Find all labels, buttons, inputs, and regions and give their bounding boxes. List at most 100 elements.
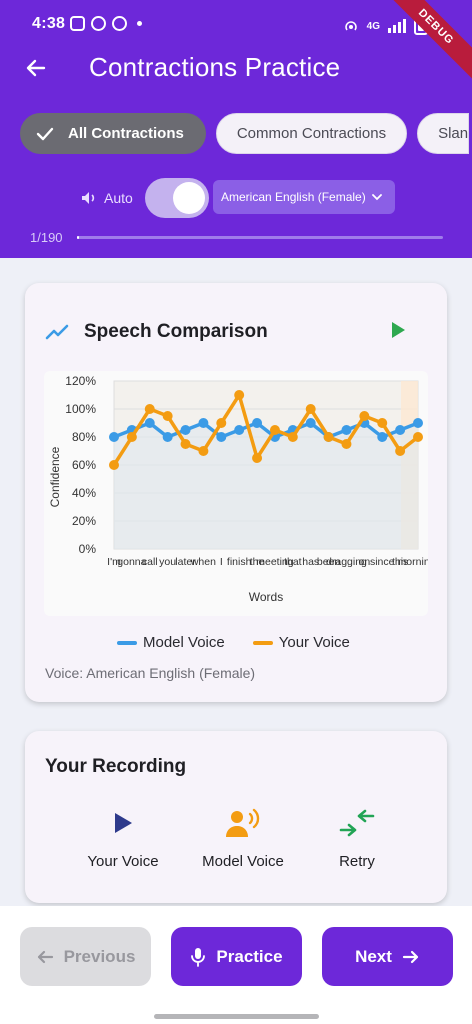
data-point-series-0	[109, 432, 119, 442]
more-notifications-icon	[137, 21, 142, 26]
comparison-chart: 0% 20% 40% 60% 80% 100% 120% I'm gonna call you lat…	[44, 371, 428, 616]
network-type: 4G	[366, 20, 380, 32]
chip-label: All Contractions	[68, 125, 184, 142]
data-point-series-1	[377, 418, 388, 428]
auto-toggle[interactable]	[144, 178, 209, 218]
data-point-series-0	[234, 425, 245, 435]
data-point-series-1	[341, 439, 352, 449]
play-icon[interactable]	[390, 321, 406, 339]
data-point-series-1	[395, 446, 406, 456]
retry-button[interactable]: Retry	[297, 807, 417, 870]
data-point-series-0	[252, 418, 263, 428]
voice-dropdown[interactable]: American English (Female)	[213, 180, 395, 214]
data-point-series-0	[144, 418, 155, 428]
data-point-series-1	[180, 439, 191, 449]
data-point-series-1	[198, 446, 209, 456]
chip-slang[interactable]: Slang	[417, 113, 470, 154]
microphone-icon	[191, 947, 206, 967]
page-title: Contractions Practice	[89, 52, 341, 82]
y-axis-title: Confidence	[48, 446, 62, 507]
bottom-navigation: Previous Practice Next	[0, 906, 472, 1024]
data-point-series-1	[109, 460, 119, 470]
x-tick-label: morning.	[398, 556, 428, 568]
y-tick-label: 60%	[72, 458, 96, 472]
play-your-voice-button[interactable]: Your Voice	[63, 807, 183, 870]
previous-label: Previous	[63, 946, 136, 966]
next-button[interactable]: Next	[322, 927, 453, 986]
x-tick-label: finish	[227, 556, 252, 568]
data-point-series-0	[216, 432, 227, 442]
auto-label: Auto	[104, 190, 133, 206]
home-indicator[interactable]	[154, 1014, 319, 1019]
y-tick-label: 80%	[72, 430, 96, 444]
previous-button[interactable]: Previous	[20, 927, 151, 986]
y-tick-label: 40%	[72, 486, 96, 500]
data-point-series-1	[144, 404, 155, 414]
whatsapp-icon	[112, 16, 127, 31]
legend-model-voice: Model Voice	[117, 634, 225, 651]
recording-card: Your Recording Your Voice Model Voice Re…	[25, 731, 447, 903]
play-model-voice-button[interactable]: Model Voice	[183, 807, 303, 870]
data-point-series-1	[305, 404, 316, 414]
data-point-series-1	[162, 411, 173, 421]
x-axis-title: Words	[249, 590, 283, 604]
data-point-series-0	[180, 425, 191, 435]
legend-label: Your Voice	[278, 634, 350, 651]
x-tick-label: since	[370, 556, 395, 568]
data-point-series-1	[287, 432, 298, 442]
recording-title: Your Recording	[45, 756, 187, 777]
x-tick-label: you	[159, 556, 176, 568]
practice-button[interactable]: Practice	[171, 927, 302, 986]
next-label: Next	[355, 946, 392, 966]
progress-fill	[77, 236, 79, 239]
x-tick-label: on	[359, 556, 371, 568]
chip-all-contractions[interactable]: All Contractions	[20, 113, 206, 154]
notification-icons	[70, 16, 142, 31]
progress-counter: 1/190	[30, 230, 63, 245]
practice-label: Practice	[216, 946, 283, 966]
x-tick-label: I	[220, 556, 223, 568]
data-point-series-1	[252, 453, 263, 463]
x-tick-label: when	[190, 556, 216, 568]
data-point-series-0	[198, 418, 209, 428]
chart-legend: Model Voice Your Voice	[117, 634, 350, 651]
y-tick-label: 120%	[65, 374, 96, 388]
toggle-knob	[172, 182, 205, 214]
legend-swatch-model	[117, 640, 137, 645]
soccer-icon	[91, 16, 106, 31]
status-time: 4:38	[32, 15, 66, 32]
speech-comparison-title: Speech Comparison	[84, 321, 268, 342]
x-tick-label: that	[284, 556, 302, 568]
voice-note: Voice: American English (Female)	[45, 665, 256, 681]
hotspot-icon	[344, 21, 357, 31]
data-point-series-1	[323, 432, 334, 442]
trending-up-icon	[45, 324, 69, 340]
back-button[interactable]	[18, 50, 54, 86]
chart-canvas: 0%20%40%60%80%100%120%I'mgonnacall you lat…	[48, 374, 428, 604]
arrow-left-icon	[37, 950, 53, 963]
data-point-series-0	[395, 425, 406, 435]
app-header: 4:38 4G DEBUG Contractions Practice All …	[0, 0, 472, 258]
y-tick-label: 100%	[65, 402, 96, 416]
screenshot-icon	[70, 16, 85, 31]
data-point-series-0	[162, 432, 173, 442]
volume-icon	[82, 192, 95, 204]
chip-label: Slang	[438, 125, 469, 142]
x-tick-label: call	[142, 556, 158, 568]
data-point-series-1	[216, 418, 227, 428]
action-label: Retry	[339, 853, 375, 870]
legend-swatch-yours	[252, 640, 273, 645]
chip-common-contractions[interactable]: Common Contractions	[215, 113, 408, 154]
data-point-series-1	[234, 390, 245, 400]
data-point-series-1	[359, 411, 370, 421]
swap-arrows-icon	[339, 809, 375, 837]
data-point-series-0	[341, 425, 352, 435]
voice-speaker-icon	[226, 808, 260, 837]
auto-play-row: Auto	[80, 178, 209, 218]
data-point-series-0	[305, 418, 316, 428]
chevron-down-icon	[371, 194, 382, 201]
data-point-series-0	[377, 432, 388, 442]
y-tick-label: 20%	[72, 514, 96, 528]
check-icon	[36, 127, 54, 140]
data-point-series-1	[413, 432, 423, 442]
